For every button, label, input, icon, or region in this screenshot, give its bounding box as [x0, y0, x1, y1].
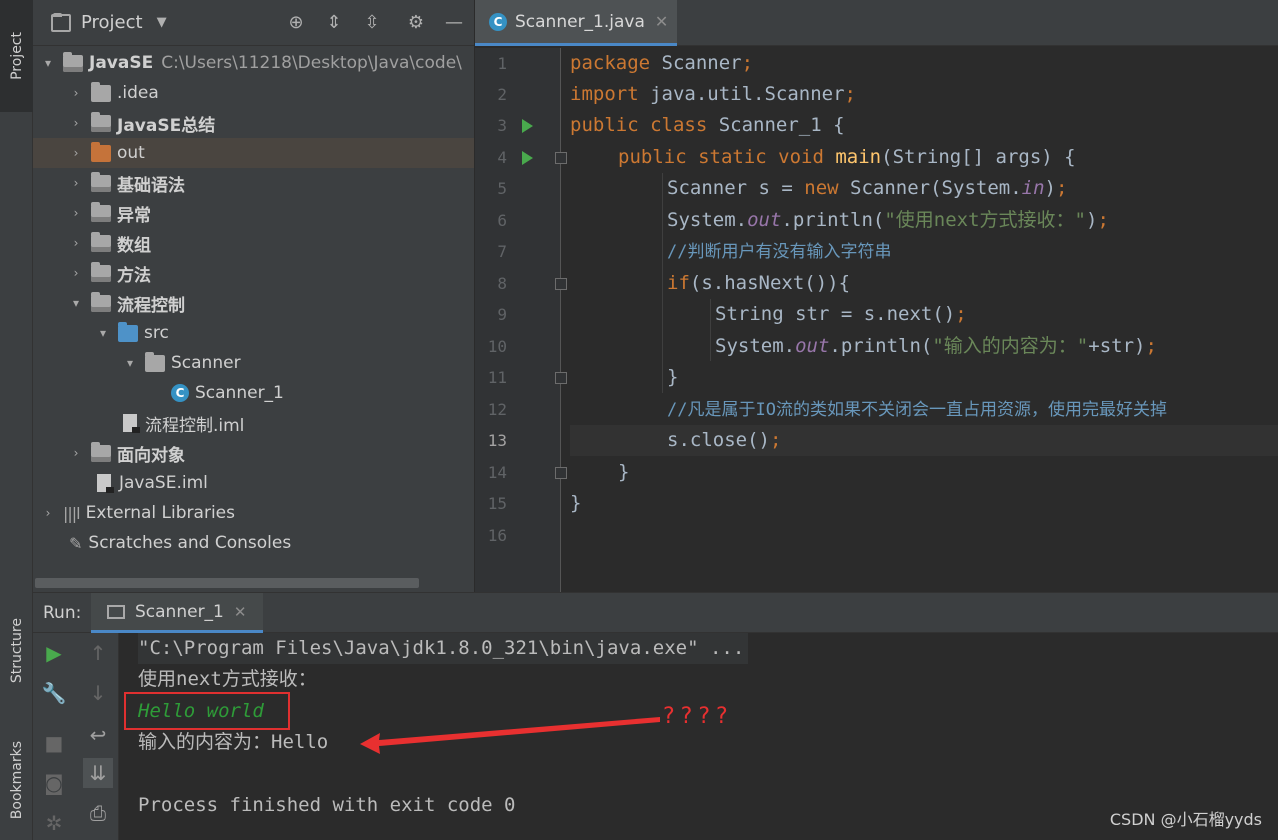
annotation-question-marks: ???? — [663, 704, 734, 729]
annotation-arrow — [360, 717, 660, 754]
watermark: CSDN @小石榴yyds — [1109, 810, 1262, 829]
